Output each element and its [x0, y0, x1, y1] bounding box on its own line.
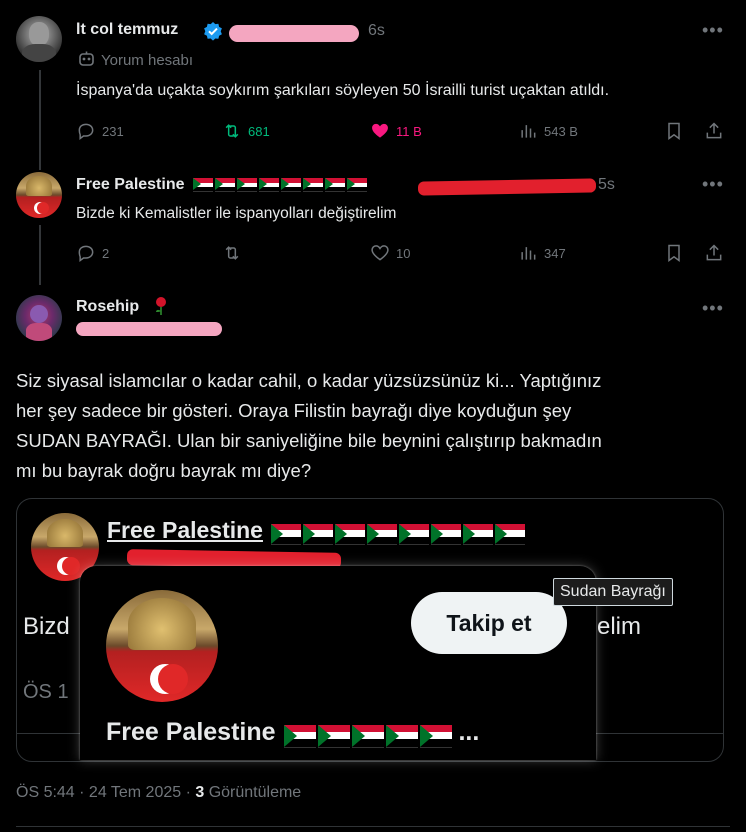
heart-icon	[372, 123, 388, 138]
flag-icon	[385, 724, 418, 748]
tweet-time[interactable]: 6s	[368, 22, 385, 40]
share-icon[interactable]	[704, 243, 724, 263]
sudan-flag-emojis	[283, 724, 458, 748]
views-button[interactable]: 543 B	[518, 121, 578, 141]
flag-icon	[399, 523, 430, 545]
bookmark-icon[interactable]	[664, 121, 684, 141]
follow-button[interactable]: Takip et	[411, 592, 567, 654]
flag-icon	[367, 523, 398, 545]
views-icon	[521, 247, 536, 260]
like-count: 10	[396, 245, 411, 261]
more-options-icon[interactable]: •••	[702, 174, 724, 195]
author-name[interactable]: Rosehip	[76, 298, 139, 316]
thread-line	[39, 70, 41, 170]
redacted-handle	[76, 322, 222, 336]
hovercard-author-name[interactable]: Free Palestine	[106, 718, 276, 746]
retweet-icon	[225, 246, 239, 260]
flag-icon	[192, 178, 213, 193]
reply-count: 231	[102, 123, 124, 139]
more-options-icon[interactable]: •••	[702, 20, 724, 41]
reply-button[interactable]: 231	[76, 121, 124, 141]
thread-line	[39, 225, 41, 285]
flag-icon	[236, 178, 257, 193]
tweet-meta: ÖS 5:44 · 24 Tem 2025 · 3 Görüntüleme	[16, 784, 301, 802]
views-count: 347	[544, 245, 566, 261]
sudan-flag-emojis	[271, 523, 527, 545]
reply-icon	[78, 123, 94, 140]
redacted-handle	[229, 25, 359, 42]
tooltip: Sudan Bayrağı	[553, 578, 673, 606]
quoted-author-line: Free Palestine	[107, 517, 527, 545]
flag-icon	[324, 178, 345, 193]
flag-icon	[431, 523, 462, 545]
share-icon[interactable]	[704, 121, 724, 141]
flag-icon	[283, 724, 316, 748]
sudan-flag-emojis	[192, 176, 369, 193]
redacted-handle	[417, 178, 597, 196]
like-button[interactable]: 10	[370, 243, 410, 263]
flag-icon	[463, 523, 494, 545]
flag-icon	[351, 724, 384, 748]
quoted-author-name[interactable]: Free Palestine	[107, 517, 263, 543]
views-count: 3	[195, 784, 205, 801]
views-icon	[521, 125, 536, 138]
views-count: 543 B	[544, 123, 578, 139]
flag-icon	[346, 178, 367, 193]
verified-badge-icon	[204, 22, 222, 41]
retweet-icon	[225, 124, 239, 138]
quoted-text-left: Bizd	[23, 613, 70, 640]
footer-divider	[16, 826, 730, 827]
tweet-text-line: her şey sadece bir gösteri. Oraya Filist…	[16, 400, 572, 421]
flag-icon	[214, 178, 235, 193]
author-line: Free Palestine	[76, 176, 369, 194]
flag-icon	[419, 724, 452, 748]
avatar[interactable]	[106, 590, 218, 702]
retweet-button[interactable]	[222, 243, 242, 263]
profile-hovercard[interactable]: Takip et Free Palestine ...	[80, 566, 596, 760]
bookmark-icon[interactable]	[664, 243, 684, 263]
flag-icon	[271, 523, 302, 545]
flag-icon	[302, 178, 323, 193]
tweet-text-line: Siz siyasal islamcılar o kadar cahil, o …	[16, 370, 602, 391]
avatar[interactable]	[16, 172, 62, 218]
tweet-text: Siz siyasal islamcılar o kadar cahil, o …	[16, 366, 602, 486]
account-label: Yorum hesabı	[101, 52, 194, 69]
tweet-text: İspanya'da uçakta soykırım şarkıları söy…	[76, 82, 610, 99]
views-button[interactable]: 347	[518, 243, 566, 263]
flag-icon	[317, 724, 350, 748]
tooltip-text: Sudan Bayrağı	[560, 583, 666, 600]
rose-icon	[156, 297, 166, 315]
like-count: 11 B	[396, 123, 422, 139]
views-label: Görüntüleme	[204, 784, 302, 801]
tweet-text-line: mı bu bayrak doğru bayrak mı diye?	[16, 460, 312, 481]
flag-icon	[495, 523, 526, 545]
author-name[interactable]: lt col temmuz	[76, 21, 178, 39]
flag-icon	[258, 178, 279, 193]
flag-icon	[280, 178, 301, 193]
avatar[interactable]	[16, 16, 62, 62]
reply-icon	[78, 245, 94, 262]
tweet-timestamp[interactable]: ÖS 5:44 · 24 Tem 2025 ·	[16, 784, 195, 801]
retweet-button[interactable]: 681	[222, 121, 270, 141]
more-options-icon[interactable]: •••	[702, 298, 724, 319]
quoted-time-partial: ÖS 1	[23, 681, 69, 703]
heart-icon	[371, 245, 389, 261]
quoted-text-right: elim	[597, 613, 642, 640]
tweet-text: Bizde ki Kemalistler ile ispanyolları de…	[76, 205, 397, 222]
tweet-time[interactable]: 5s	[598, 176, 615, 194]
flag-icon	[303, 523, 334, 545]
reply-button[interactable]: 2	[76, 243, 109, 263]
avatar[interactable]	[16, 295, 62, 341]
follow-button-label: Takip et	[446, 609, 532, 636]
automated-account-icon	[79, 51, 94, 66]
like-button[interactable]: 11 B	[370, 121, 422, 141]
retweet-count: 681	[248, 123, 270, 139]
author-name[interactable]: Free Palestine	[76, 176, 185, 193]
hovercard-ellipsis: ...	[458, 718, 480, 746]
reply-count: 2	[102, 245, 110, 261]
flag-icon	[335, 523, 366, 545]
hovercard-author-line: Free Palestine ...	[106, 718, 480, 748]
tweet-text-line: SUDAN BAYRAĞI. Ulan bir saniyeliğine bil…	[16, 430, 602, 451]
